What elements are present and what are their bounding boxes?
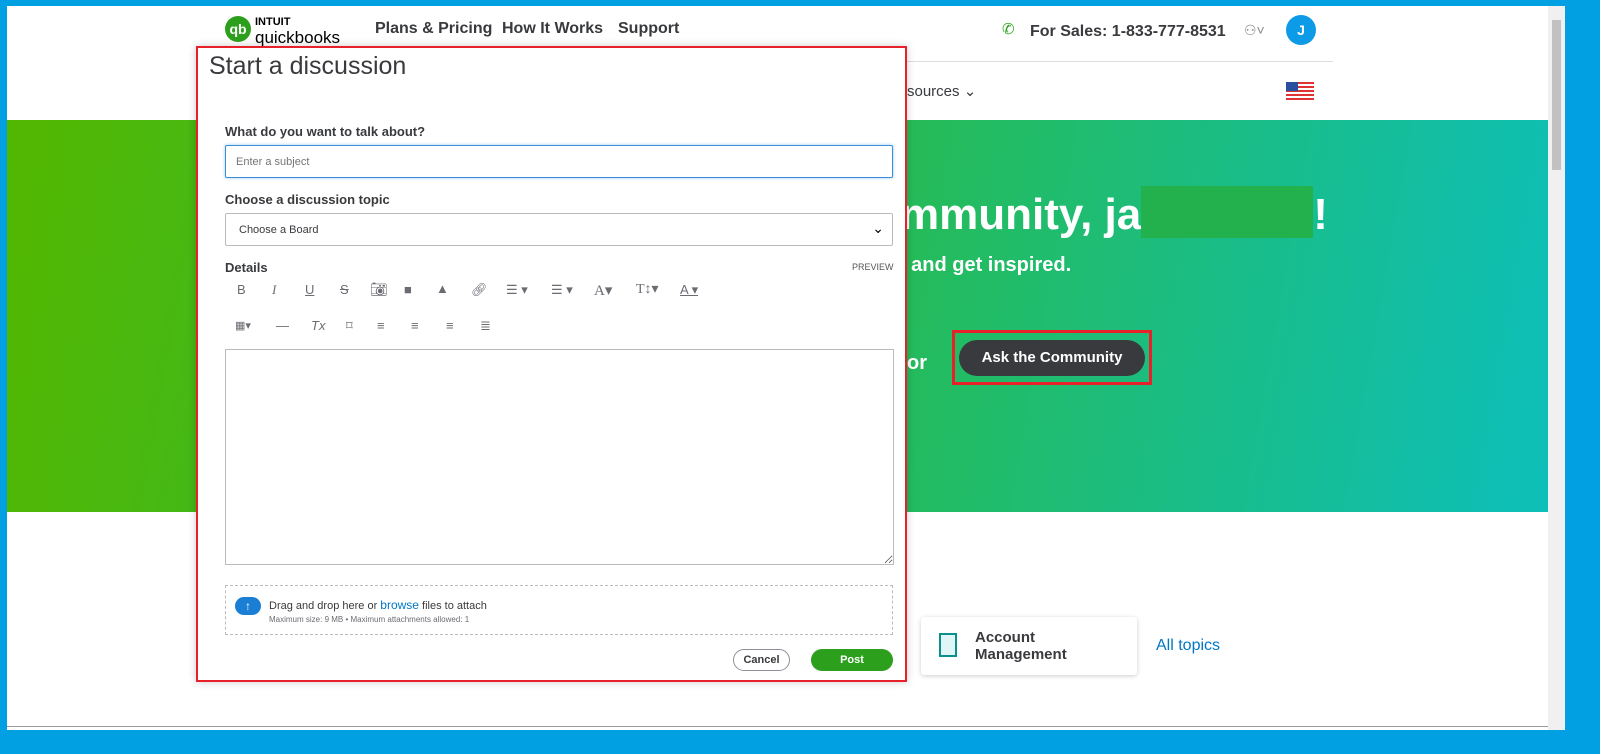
hero-title: mmunity, ja! <box>900 186 1328 240</box>
attach-pre: Drag and drop here or <box>269 600 381 612</box>
topic-card-label: Account Management <box>975 629 1067 663</box>
bookmark-icon[interactable]: ⌑ <box>346 318 353 334</box>
italic-icon[interactable]: I <box>272 282 276 298</box>
avatar[interactable]: J <box>1286 15 1316 45</box>
header-divider <box>907 61 1333 62</box>
us-flag-icon[interactable] <box>1286 82 1314 100</box>
browser-page: qb INTUIT quickbooks Plans & Pricing How… <box>7 6 1548 730</box>
cancel-button[interactable]: Cancel <box>733 649 790 671</box>
start-discussion-modal: Start a discussion What do you want to t… <box>196 46 907 682</box>
community-menu-icon[interactable]: ⚇˅ <box>1244 22 1265 39</box>
bottom-divider <box>7 726 1548 727</box>
text-size-icon[interactable]: T↕▾ <box>636 281 659 298</box>
camera-icon[interactable]: 📷︎ <box>370 281 388 298</box>
vertical-scrollbar[interactable] <box>1548 6 1565 730</box>
account-icon <box>939 633 957 657</box>
ordered-list-icon[interactable]: ☰ ▾ <box>506 282 528 298</box>
video-icon[interactable]: ■ <box>404 282 412 297</box>
link-icon[interactable]: 🔗︎ <box>471 282 488 298</box>
align-center-icon[interactable]: ≡ <box>411 318 419 333</box>
nav-plans[interactable]: Plans & Pricing <box>375 20 492 38</box>
align-right-icon[interactable]: ≡ <box>446 318 454 333</box>
hero-title-text: mmunity, ja <box>900 190 1142 239</box>
clear-format-icon[interactable]: Tx <box>311 318 325 333</box>
attach-limits: Maximum size: 9 MB • Maximum attachments… <box>269 615 470 624</box>
hero-subtitle: , and get inspired. <box>900 254 1072 276</box>
board-select-value: Choose a Board <box>239 224 319 236</box>
details-editor[interactable] <box>225 349 894 565</box>
phone-icon: ✆ <box>1002 21 1015 38</box>
underline-icon[interactable]: U <box>305 282 314 297</box>
strikethrough-icon[interactable]: S <box>340 282 349 297</box>
all-topics-link[interactable]: All topics <box>1156 637 1220 655</box>
hero-title-end: ! <box>1313 190 1328 239</box>
ask-community-button[interactable]: Ask the Community <box>959 340 1145 376</box>
logo-bottom: quickbooks <box>255 28 341 46</box>
attach-text: Drag and drop here or browse files to at… <box>269 598 487 612</box>
nav-how[interactable]: How It Works <box>502 20 603 38</box>
preview-button[interactable]: PREVIEW <box>852 262 894 272</box>
board-select[interactable]: Choose a Board ⌄ <box>225 213 893 246</box>
redacted-name <box>1141 186 1314 239</box>
subject-label: What do you want to talk about? <box>225 124 426 139</box>
resources-menu[interactable]: sources ⌄ <box>907 82 976 100</box>
topic-card-account[interactable]: Account Management <box>921 617 1137 675</box>
bold-icon[interactable]: B <box>237 282 246 297</box>
scrollbar-thumb[interactable] <box>1552 20 1561 170</box>
details-label: Details <box>225 260 268 275</box>
table-icon[interactable]: ▦▾ <box>235 319 251 332</box>
chevron-down-icon: ⌄ <box>963 83 977 100</box>
nav-support[interactable]: Support <box>618 20 679 38</box>
browse-link[interactable]: browse <box>380 598 419 612</box>
warning-icon[interactable]: ▲ <box>436 281 449 296</box>
sales-phone[interactable]: For Sales: 1-833-777-8531 <box>1030 23 1226 41</box>
resources-label: sources <box>907 83 960 100</box>
horizontal-rule-icon[interactable]: — <box>276 318 289 333</box>
subject-input[interactable] <box>225 145 893 178</box>
logo-top: INTUIT <box>255 16 291 28</box>
bullet-list-icon[interactable]: ☰ ▾ <box>551 282 573 298</box>
or-text: or <box>907 352 927 374</box>
modal-title: Start a discussion <box>209 52 407 80</box>
chevron-down-icon: ⌄ <box>872 220 884 236</box>
attachment-dropzone[interactable]: ↑ Drag and drop here or browse files to … <box>225 585 893 635</box>
attach-post: files to attach <box>418 600 487 612</box>
align-left-icon[interactable]: ≡ <box>377 318 385 333</box>
text-color-icon[interactable]: A ▾ <box>680 282 698 298</box>
post-button[interactable]: Post <box>811 649 893 671</box>
font-icon[interactable]: A▾ <box>594 281 612 300</box>
topic-label: Choose a discussion topic <box>225 192 390 207</box>
justify-icon[interactable]: ≣ <box>480 318 491 334</box>
logo[interactable]: qb INTUIT quickbooks <box>225 14 355 46</box>
cloud-upload-icon: ↑ <box>235 597 261 615</box>
qb-logo-icon: qb <box>225 16 251 42</box>
